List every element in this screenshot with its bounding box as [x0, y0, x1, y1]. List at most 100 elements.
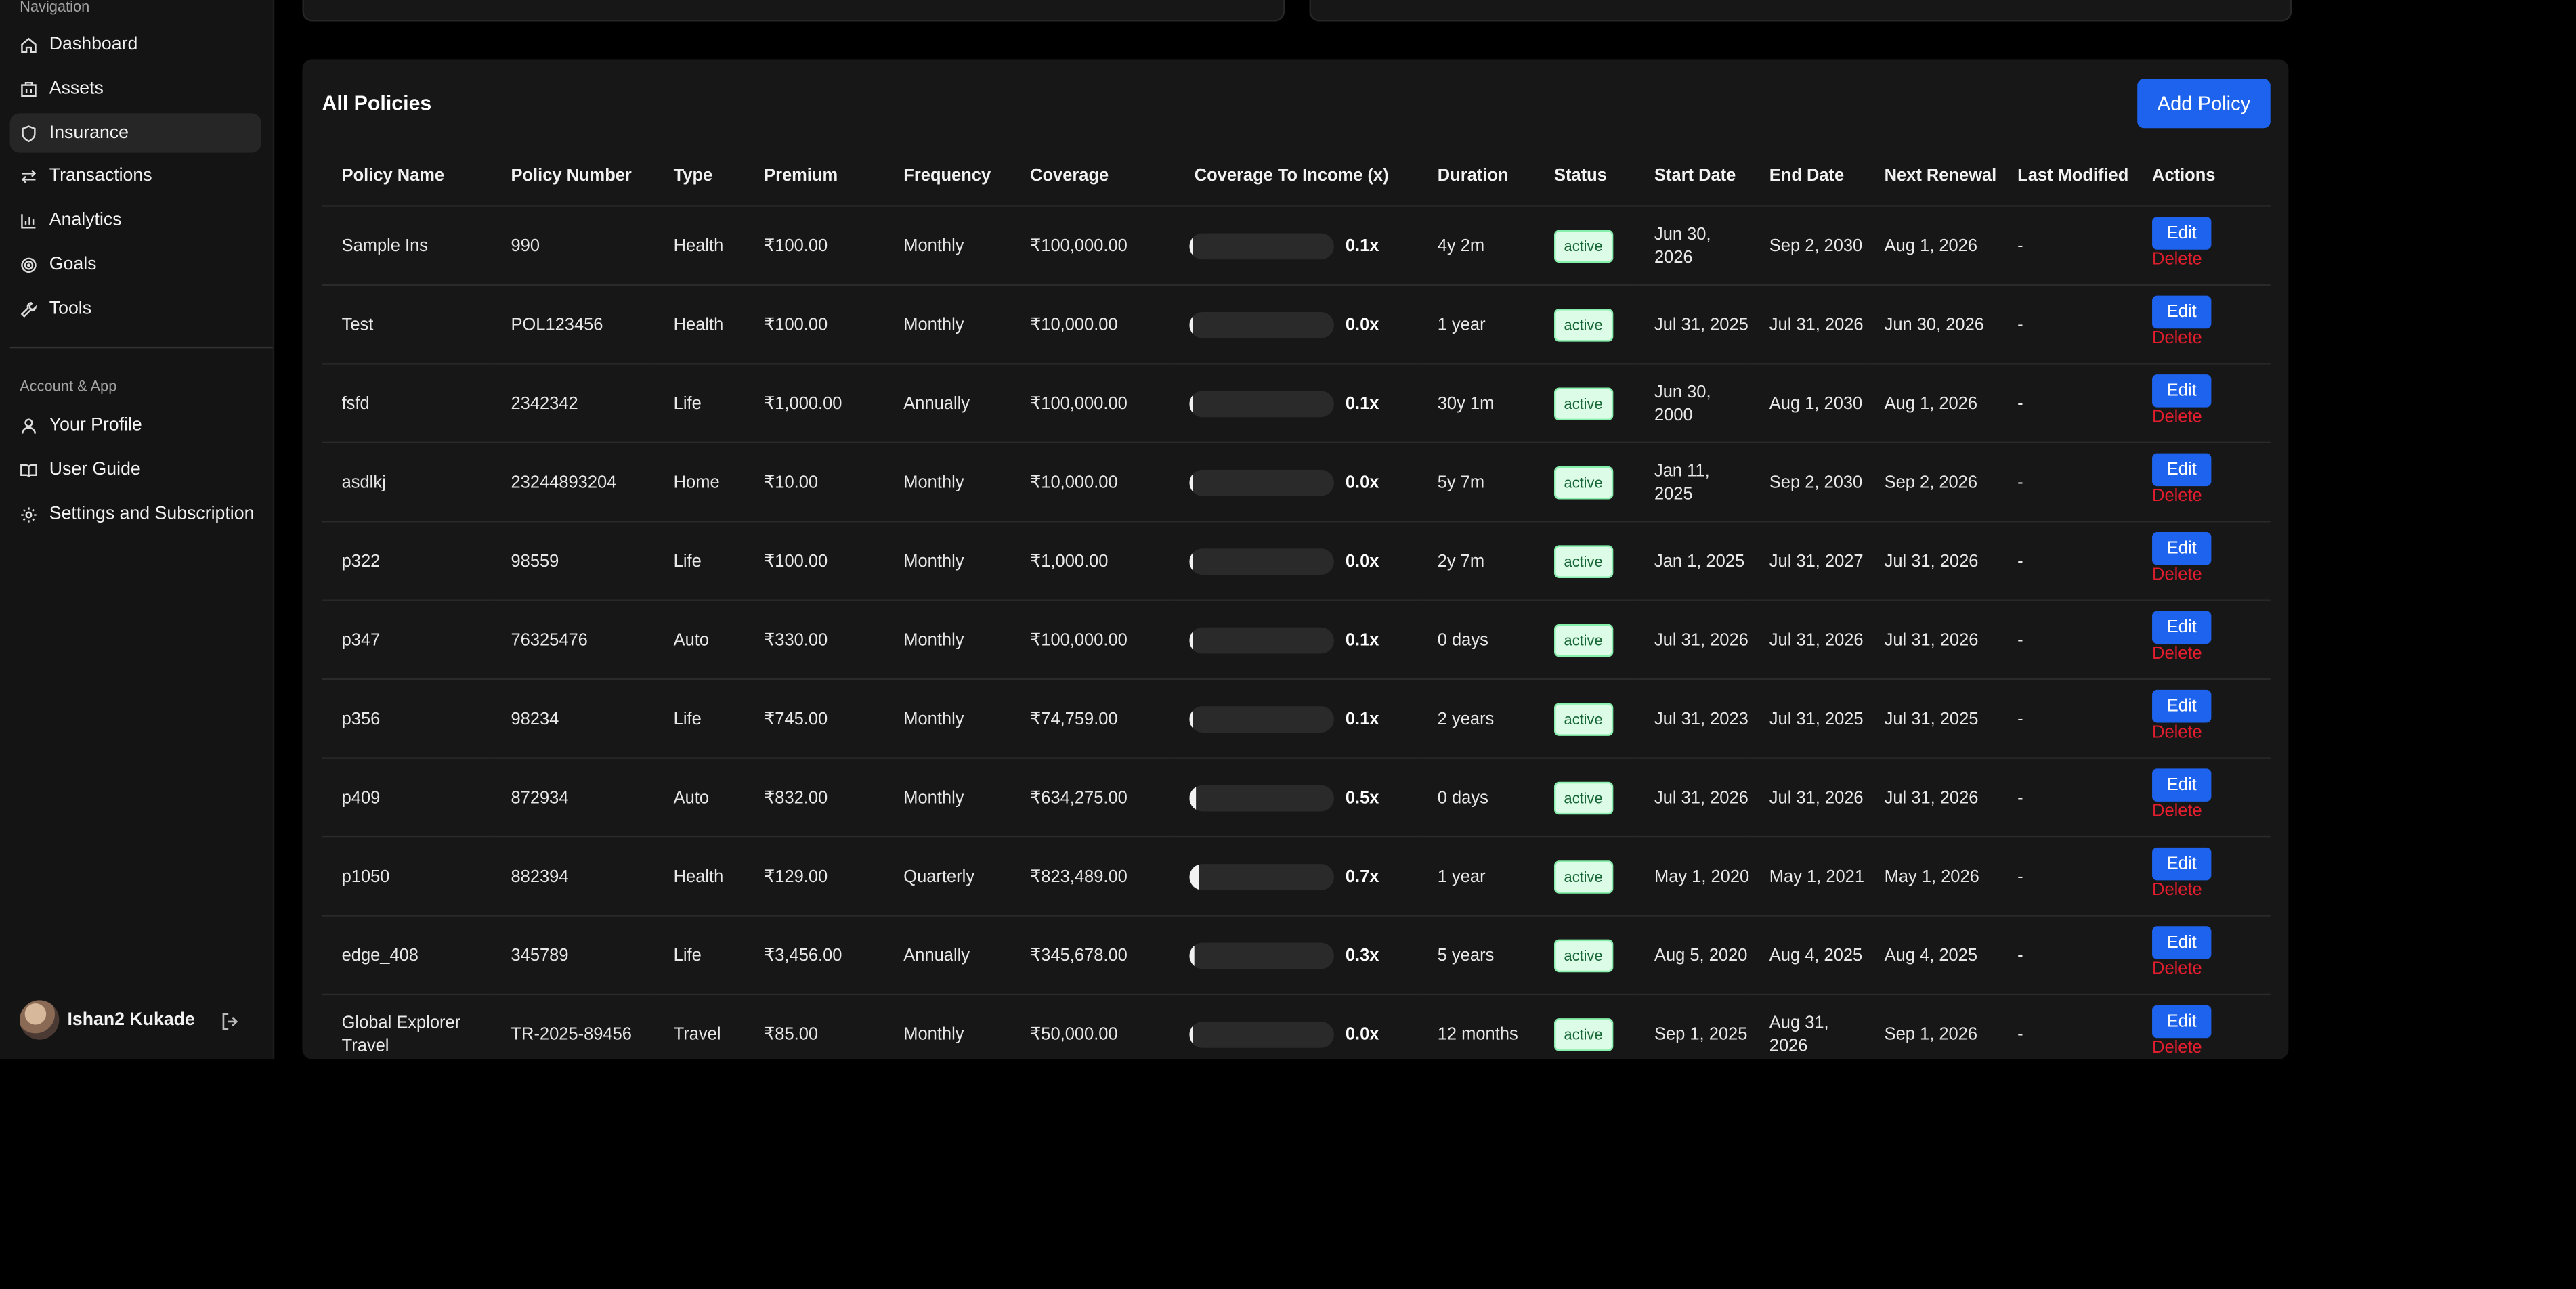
policy-end-date: Jul 31, 2026: [1749, 758, 1865, 838]
edit-button[interactable]: Edit: [2152, 610, 2212, 643]
policy-last-modified: -: [1998, 364, 2132, 444]
column-header: Coverage: [1010, 144, 1175, 207]
delete-button[interactable]: Delete: [2152, 564, 2271, 584]
policy-start-date: May 1, 2020: [1634, 837, 1750, 917]
policy-number: TR-2025-89456: [491, 994, 654, 1059]
actions-cell: Edit Delete: [2132, 994, 2271, 1059]
policy-coverage: ₹74,759.00: [1010, 679, 1175, 759]
edit-button[interactable]: Edit: [2152, 216, 2212, 249]
edit-button[interactable]: Edit: [2152, 689, 2212, 722]
status-cell: active: [1534, 284, 1635, 365]
delete-button[interactable]: Delete: [2152, 485, 2271, 505]
status-cell: active: [1534, 679, 1635, 759]
status-cell: active: [1534, 364, 1635, 444]
sidebar-item-label: Goals: [49, 255, 97, 275]
policy-start-date: Jan 1, 2025: [1634, 521, 1750, 601]
sidebar-item-dashboard[interactable]: Dashboard: [10, 24, 261, 64]
policy-last-modified: -: [1998, 758, 2132, 838]
edit-button[interactable]: Edit: [2152, 531, 2212, 565]
policy-last-modified: -: [1998, 600, 2132, 680]
column-header: Duration: [1417, 144, 1534, 207]
user-profile[interactable]: Ishan2 Kukade: [20, 1000, 266, 1040]
policy-frequency: Monthly: [884, 284, 1010, 365]
policy-premium: ₹100.00: [744, 206, 884, 286]
policy-number: 872934: [491, 758, 654, 838]
policy-frequency: Monthly: [884, 206, 1010, 286]
table-row: fsfd 2342342 Life ₹1,000.00 Annually ₹100,000…: [322, 364, 2271, 444]
status-badge: active: [1553, 544, 1613, 577]
edit-button[interactable]: Edit: [2152, 452, 2212, 485]
coverage-ratio-bar: [1189, 942, 1334, 969]
edit-button[interactable]: Edit: [2152, 294, 2212, 328]
status-badge: active: [1553, 860, 1613, 893]
status-cell: active: [1534, 600, 1635, 680]
edit-button[interactable]: Edit: [2152, 768, 2212, 801]
target-icon: [20, 255, 38, 274]
coverage-ratio-bar: [1189, 862, 1334, 890]
edit-button[interactable]: Edit: [2152, 1004, 2212, 1038]
policy-premium: ₹330.00: [744, 600, 884, 680]
policy-name: asdlkj: [322, 442, 492, 523]
coverage-ratio-fill: [1189, 232, 1193, 259]
policy-type: Auto: [653, 600, 744, 680]
column-header: Start Date: [1634, 144, 1750, 207]
delete-button[interactable]: Delete: [2152, 249, 2271, 269]
policy-number: 990: [491, 206, 654, 286]
table-row: Sample Ins 990 Health ₹100.00 Monthly ₹100,00…: [322, 206, 2271, 286]
delete-button[interactable]: Delete: [2152, 801, 2271, 821]
edit-button[interactable]: Edit: [2152, 846, 2212, 880]
status-badge: active: [1553, 938, 1613, 971]
actions-cell: Edit Delete: [2132, 915, 2271, 996]
delete-button[interactable]: Delete: [2152, 879, 2271, 899]
sidebar-item-insurance[interactable]: Insurance: [9, 113, 261, 153]
edit-button[interactable]: Edit: [2152, 373, 2212, 407]
status-badge: active: [1553, 1017, 1613, 1051]
delete-button[interactable]: Delete: [2152, 406, 2271, 426]
column-header: Status: [1534, 144, 1635, 207]
delete-button[interactable]: Delete: [2152, 643, 2271, 663]
policy-end-date: Jul 31, 2026: [1749, 600, 1865, 680]
policy-name: edge_408: [322, 915, 492, 996]
sidebar-item-user-guide[interactable]: User Guide: [10, 450, 261, 489]
column-header: Type: [653, 144, 744, 207]
policy-end-date: May 1, 2021: [1749, 837, 1865, 917]
coverage-ratio-bar: [1189, 626, 1334, 653]
coverage-ratio-cell: 0.1x: [1174, 600, 1418, 680]
policy-name: p322: [322, 521, 492, 601]
coverage-ratio-cell: 0.3x: [1174, 915, 1418, 996]
policies-table: Policy Name Policy Number Type Premium F…: [322, 144, 2271, 1059]
policy-coverage: ₹10,000.00: [1010, 284, 1175, 365]
sidebar-item-your-profile[interactable]: Your Profile: [10, 406, 261, 445]
sidebar-item-goals[interactable]: Goals: [10, 244, 261, 284]
policy-end-date: Sep 2, 2030: [1749, 206, 1865, 286]
sidebar-item-transactions[interactable]: Transactions: [10, 156, 261, 195]
coverage-ratio-bar: [1189, 1020, 1334, 1047]
arrows-icon: [20, 167, 38, 185]
policy-type: Life: [653, 915, 744, 996]
column-header: Policy Name: [322, 144, 492, 207]
coverage-ratio-value: 0.0x: [1345, 1024, 1379, 1044]
coverage-ratio-cell: 0.1x: [1174, 679, 1418, 759]
edit-button[interactable]: Edit: [2152, 925, 2212, 959]
sidebar-item-settings[interactable]: Settings and Subscription: [10, 494, 261, 533]
actions-cell: Edit Delete: [2132, 837, 2271, 917]
policy-coverage: ₹10,000.00: [1010, 442, 1175, 523]
coverage-ratio-bar: [1189, 232, 1334, 259]
add-policy-button[interactable]: Add Policy: [2137, 79, 2271, 129]
status-cell: active: [1534, 521, 1635, 601]
delete-button[interactable]: Delete: [2152, 1037, 2271, 1057]
policy-duration: 2 years: [1417, 679, 1534, 759]
policy-name: fsfd: [322, 364, 492, 444]
sidebar-item-assets[interactable]: Assets: [10, 69, 261, 108]
sidebar-item-tools[interactable]: Tools: [10, 289, 261, 328]
table-row: edge_408 345789 Life ₹3,456.00 Annually ₹345,…: [322, 915, 2271, 996]
coverage-ratio-cell: 0.0x: [1174, 521, 1418, 601]
building-icon: [20, 80, 38, 98]
delete-button[interactable]: Delete: [2152, 328, 2271, 347]
logout-icon[interactable]: [220, 1010, 240, 1030]
delete-button[interactable]: Delete: [2152, 722, 2271, 741]
coverage-ratio-bar: [1189, 784, 1334, 811]
delete-button[interactable]: Delete: [2152, 959, 2271, 978]
sidebar-item-analytics[interactable]: Analytics: [10, 200, 261, 240]
wrench-icon: [20, 300, 38, 318]
